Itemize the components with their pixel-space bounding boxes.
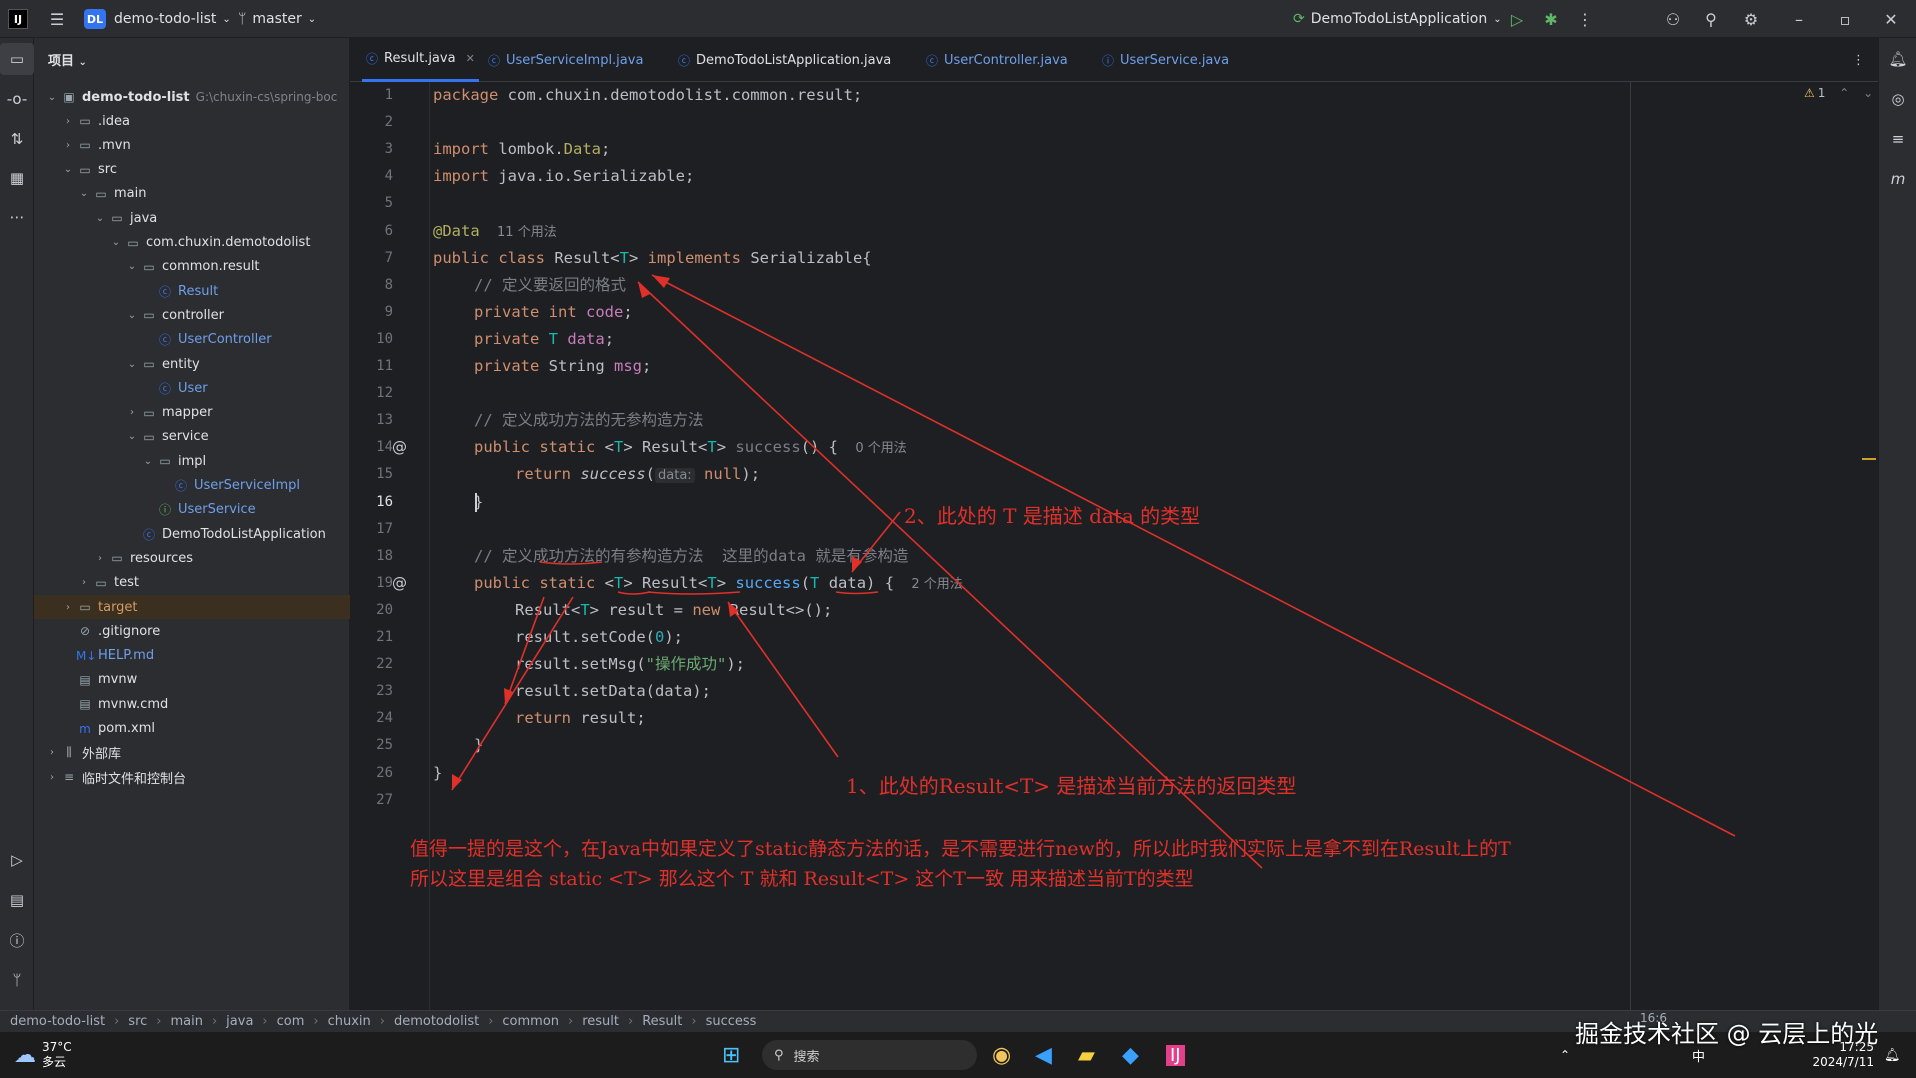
taskbar-search[interactable]: ⚲ 搜索 <box>762 1040 977 1070</box>
chevron-right-icon: › <box>628 1014 634 1029</box>
breadcrumb-item[interactable]: com <box>277 1014 305 1029</box>
chrome-icon[interactable]: ◉ <box>992 1032 1011 1078</box>
chevron-right-icon: › <box>262 1014 268 1029</box>
underline-mark <box>539 561 879 595</box>
breadcrumb-item[interactable]: main <box>170 1014 202 1029</box>
file-explorer-icon[interactable]: ▰ <box>1078 1032 1095 1078</box>
app-icon[interactable]: ◆ <box>1122 1032 1139 1078</box>
chevron-right-icon: › <box>691 1014 697 1029</box>
chevron-right-icon: › <box>211 1014 218 1029</box>
search-icon: ⚲ <box>774 1047 784 1063</box>
breadcrumb-item[interactable]: common <box>502 1014 559 1029</box>
cloud-icon: ☁ <box>14 1042 36 1068</box>
annotation-overlay <box>451 274 1736 869</box>
vscode-icon[interactable]: ◀ <box>1035 1032 1052 1078</box>
arrow-line <box>451 596 574 791</box>
chevron-right-icon: › <box>313 1014 319 1029</box>
breadcrumb-item[interactable]: src <box>128 1014 147 1029</box>
breadcrumb-item[interactable]: demotodolist <box>394 1014 479 1029</box>
arrow-head <box>652 275 670 288</box>
intellij-taskbar-icon[interactable]: IJ <box>1166 1032 1185 1078</box>
annotation-note-1: 1、此处的Result<T> 是描述当前方法的返回类型 <box>846 774 1297 798</box>
tray-chevron-up-icon[interactable]: ⌃ <box>1560 1032 1570 1078</box>
chevron-right-icon: › <box>488 1014 494 1029</box>
arrow-head <box>638 282 650 298</box>
chevron-right-icon: › <box>568 1014 574 1029</box>
annotation-note-3-line1: 值得一提的是这个，在Java中如果定义了static静态方法的话，是不需要进行n… <box>410 838 1511 860</box>
breadcrumb-item[interactable]: demo-todo-list <box>10 1014 105 1029</box>
windows-start-icon[interactable]: ⊞ <box>722 1032 740 1078</box>
arrow-line <box>651 274 1736 837</box>
weather-widget[interactable]: ☁ 37°C 多云 <box>14 1032 72 1078</box>
breadcrumb-item[interactable]: result <box>582 1014 619 1029</box>
chevron-right-icon: › <box>114 1014 120 1029</box>
breadcrumb-item[interactable]: success <box>706 1014 757 1029</box>
breadcrumb-item[interactable]: chuxin <box>328 1014 371 1029</box>
search-placeholder: 搜索 <box>793 1049 820 1065</box>
chevron-right-icon: › <box>156 1014 162 1029</box>
notification-bell-icon[interactable]: 🔔︎ <box>1884 1032 1901 1078</box>
watermark: 掘金技术社区 @ 云层上的光 <box>1575 1020 1879 1048</box>
weather-temp: 37°C <box>42 1040 72 1054</box>
annotation-note-3-line2: 所以这里是组合 static <T> 那么这个 T 就和 Result<T> 这… <box>410 868 1194 890</box>
breadcrumb-item[interactable]: Result <box>642 1014 682 1029</box>
breadcrumb-item[interactable]: java <box>226 1014 253 1029</box>
arrow-head <box>852 556 862 572</box>
arrow-line <box>727 601 839 758</box>
weather-desc: 多云 <box>42 1055 67 1069</box>
chevron-right-icon: › <box>379 1014 385 1029</box>
annotation-note-2: 2、此处的 T 是描述 data 的类型 <box>904 504 1201 528</box>
clock-date: 2024/7/11 <box>1812 1055 1874 1069</box>
arrow-line <box>504 596 545 705</box>
